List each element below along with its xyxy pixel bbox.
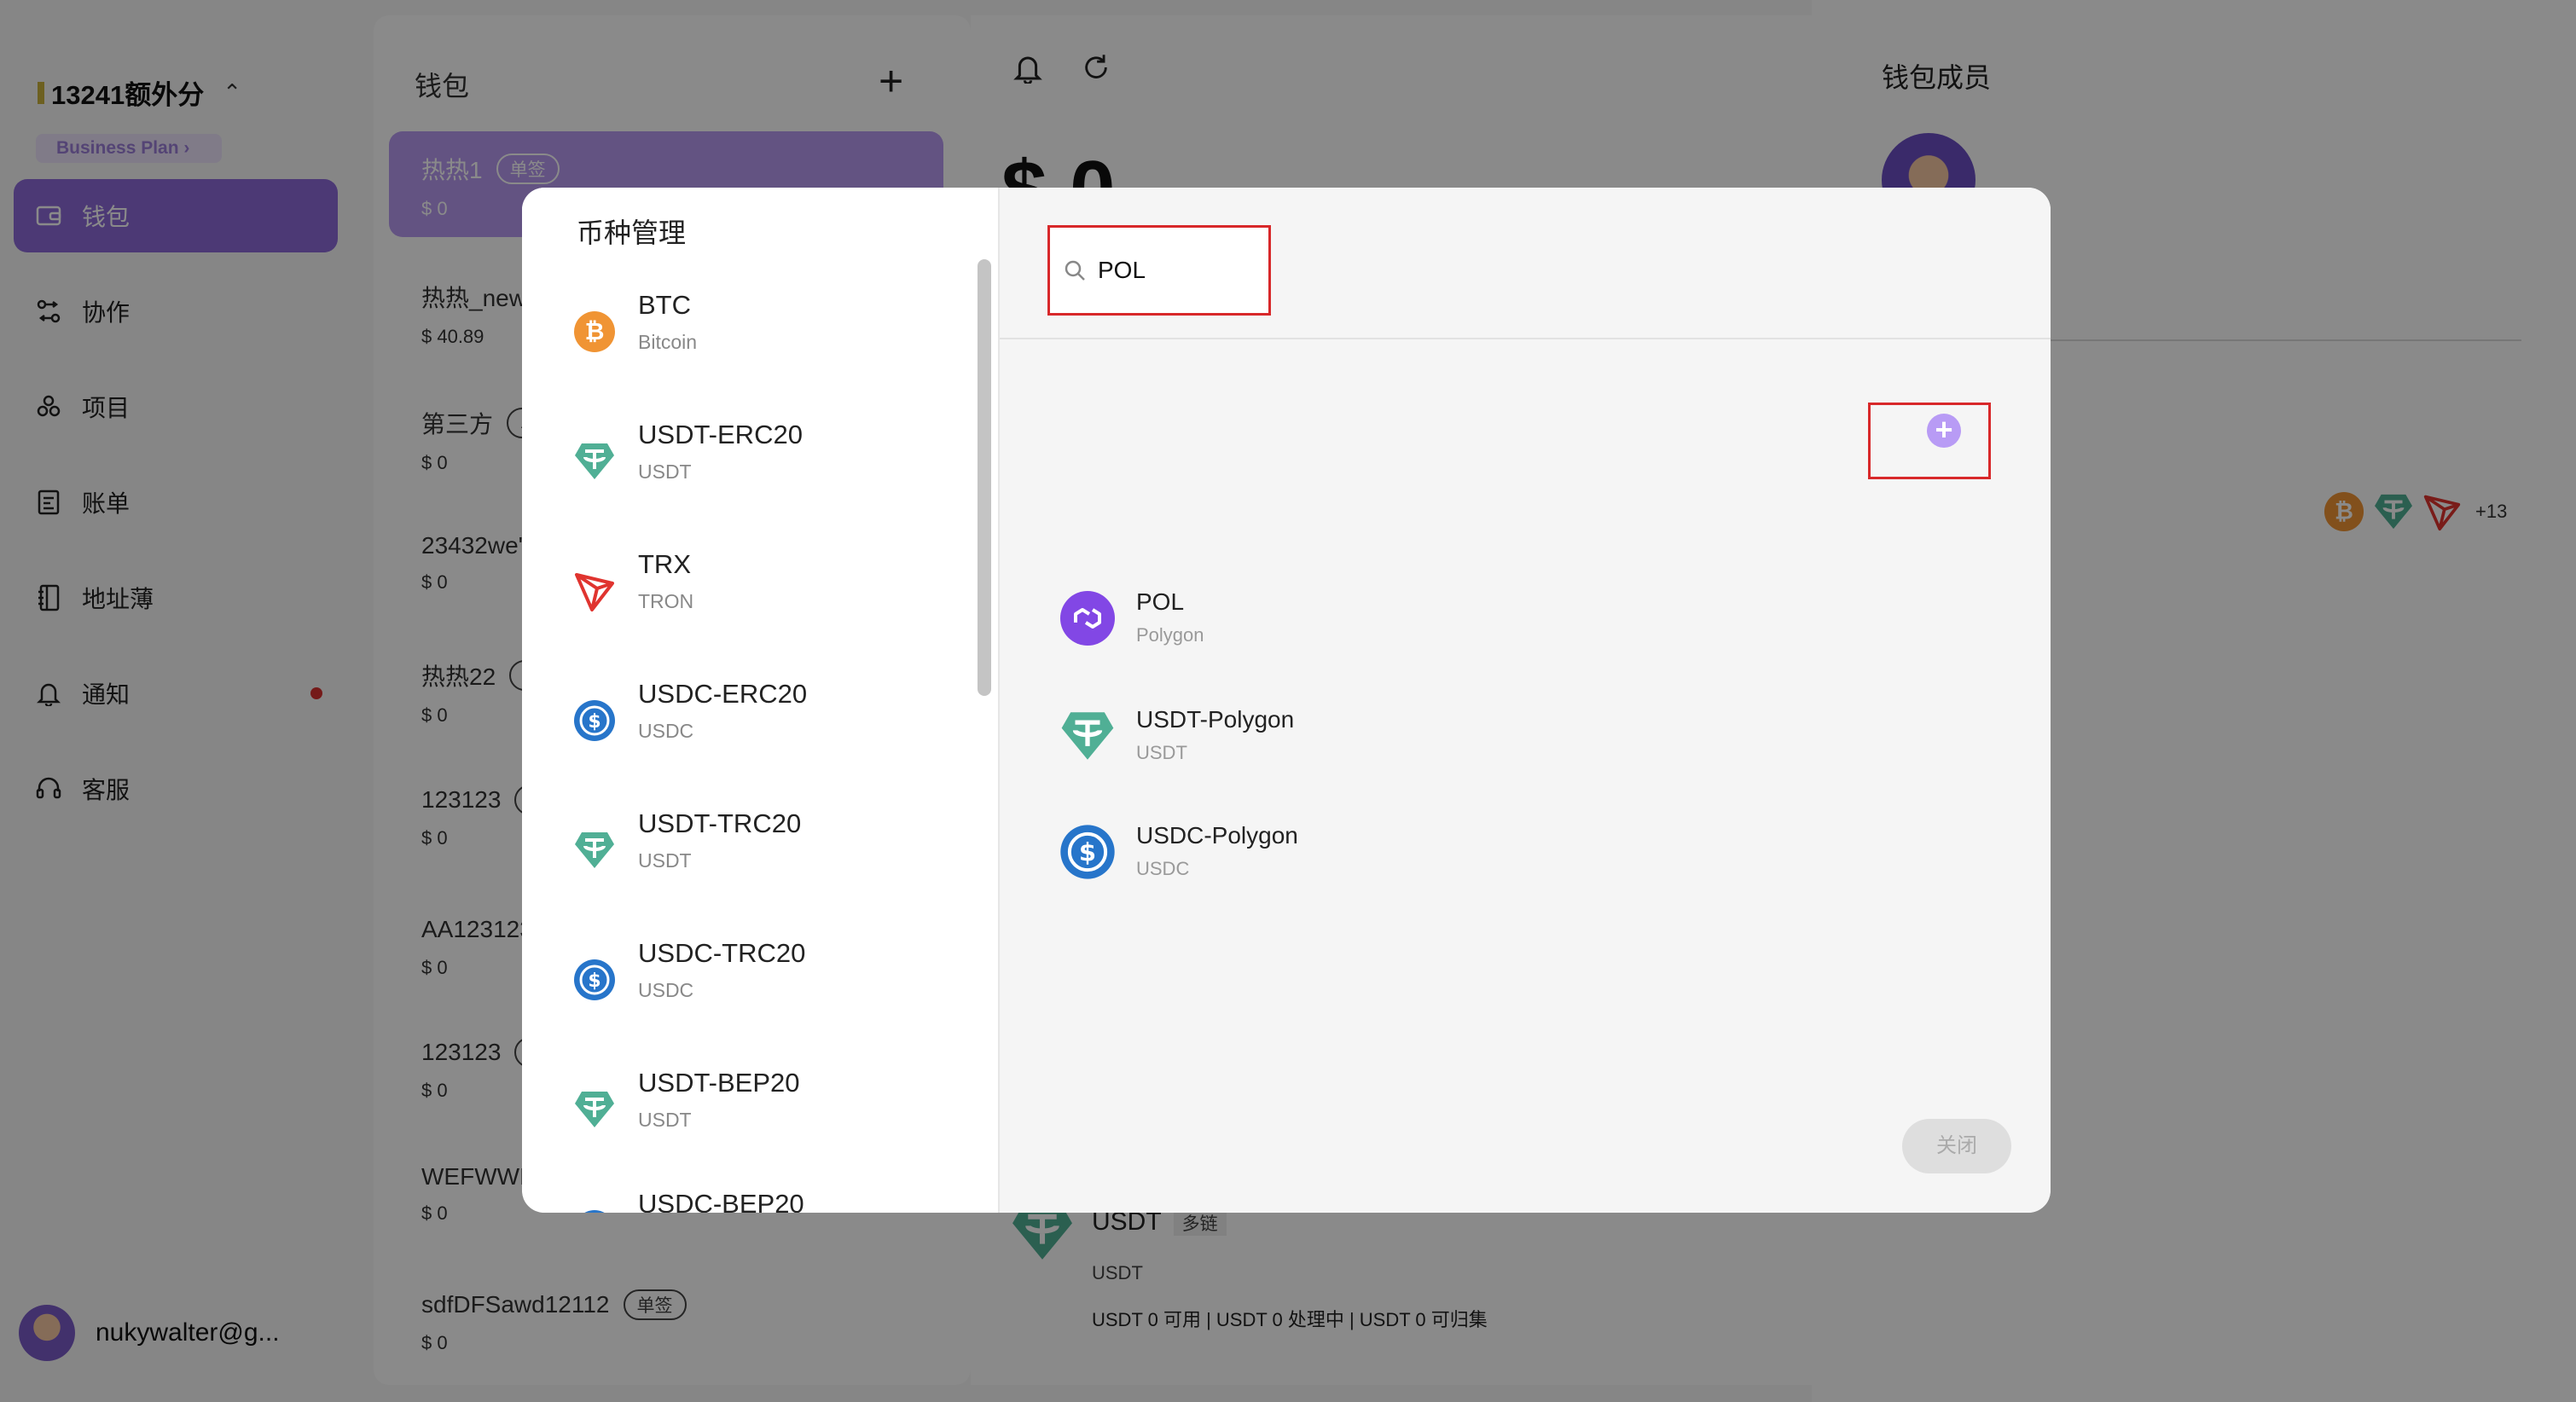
usdc-icon: $ [574, 700, 615, 741]
usdt-icon [575, 1092, 614, 1127]
coin-symbol: USDC-TRC20 [638, 938, 806, 968]
coin-symbol: USDT-BEP20 [638, 1068, 800, 1098]
usdt-icon [575, 443, 614, 479]
list-item[interactable]: TRX TRON [573, 549, 693, 634]
usdt-icon [1061, 712, 1114, 760]
coin-search-panel: POL Polygon + USDT-Polygon USDT $ USDC-P… [1000, 188, 2051, 1213]
coin-name: USDT [638, 1109, 692, 1131]
svg-text:₿: ₿ [585, 317, 605, 345]
search-result-item[interactable]: POL Polygon [1000, 568, 2051, 670]
result-name: Polygon [1136, 624, 1204, 646]
result-name: USDC [1136, 858, 1190, 879]
trx-icon [575, 573, 614, 611]
coin-symbol: USDT-ERC20 [638, 420, 803, 449]
coin-name: USDC [638, 720, 694, 742]
usdc-icon [584, 1210, 605, 1213]
svg-text:$: $ [588, 970, 600, 992]
list-item[interactable]: USDC-BEP20 [573, 1189, 804, 1213]
list-item[interactable]: USDT-ERC20 USDT [573, 420, 803, 505]
result-symbol: POL [1136, 588, 1185, 615]
divider [1000, 338, 2051, 339]
usdc-icon: $ [1060, 825, 1115, 879]
coin-symbol: USDC-BEP20 [638, 1189, 804, 1213]
pol-icon [1060, 591, 1115, 646]
coin-symbol: USDC-ERC20 [638, 679, 808, 709]
usdc-icon: $ [574, 959, 615, 1000]
scrollbar[interactable] [978, 259, 991, 696]
modal-title: 币种管理 [577, 217, 687, 248]
coin-name: USDT [638, 849, 692, 872]
close-button[interactable]: 关闭 [1902, 1119, 2011, 1173]
usdt-icon [575, 832, 614, 868]
svg-text:$: $ [1079, 838, 1096, 867]
list-item[interactable]: USDT-BEP20 USDT [573, 1068, 800, 1153]
highlight-box [1868, 403, 1991, 479]
search-icon [1065, 260, 1085, 281]
svg-text:$: $ [588, 711, 600, 733]
list-item[interactable]: $ USDC-ERC20 USDC [573, 679, 807, 764]
coin-list-panel: 币种管理 ₿ BTC Bitcoin USDT-ERC20 USDT TRX TRON… [522, 188, 1000, 1213]
list-item[interactable]: USDT-TRC20 USDT [573, 808, 801, 894]
result-name: USDT [1136, 742, 1187, 763]
coin-symbol: TRX [638, 549, 691, 579]
coin-name: TRON [638, 590, 694, 612]
search-field[interactable] [1047, 225, 1271, 316]
search-result-item[interactable]: $ USDC-Polygon USDC [1000, 802, 2051, 904]
coin-list: ₿ BTC Bitcoin USDT-ERC20 USDT TRX TRON $ US… [522, 290, 983, 1213]
coin-name: Bitcoin [638, 331, 698, 353]
list-item[interactable]: ₿ BTC Bitcoin [573, 290, 697, 375]
coin-management-modal: 币种管理 ₿ BTC Bitcoin USDT-ERC20 USDT TRX TRON… [522, 188, 2051, 1213]
search-result-item[interactable]: USDT-Polygon USDT [1000, 686, 2051, 788]
coin-name: USDT [638, 461, 692, 483]
search-input[interactable] [1098, 257, 1251, 284]
list-item[interactable]: $ USDC-TRC20 USDC [573, 938, 805, 1023]
btc-icon: ₿ [574, 311, 615, 352]
result-symbol: USDT-Polygon [1136, 706, 1295, 733]
result-symbol: USDC-Polygon [1136, 822, 1298, 849]
coin-name: USDC [638, 979, 694, 1001]
coin-symbol: BTC [638, 290, 691, 320]
coin-symbol: USDT-TRC20 [638, 808, 802, 838]
